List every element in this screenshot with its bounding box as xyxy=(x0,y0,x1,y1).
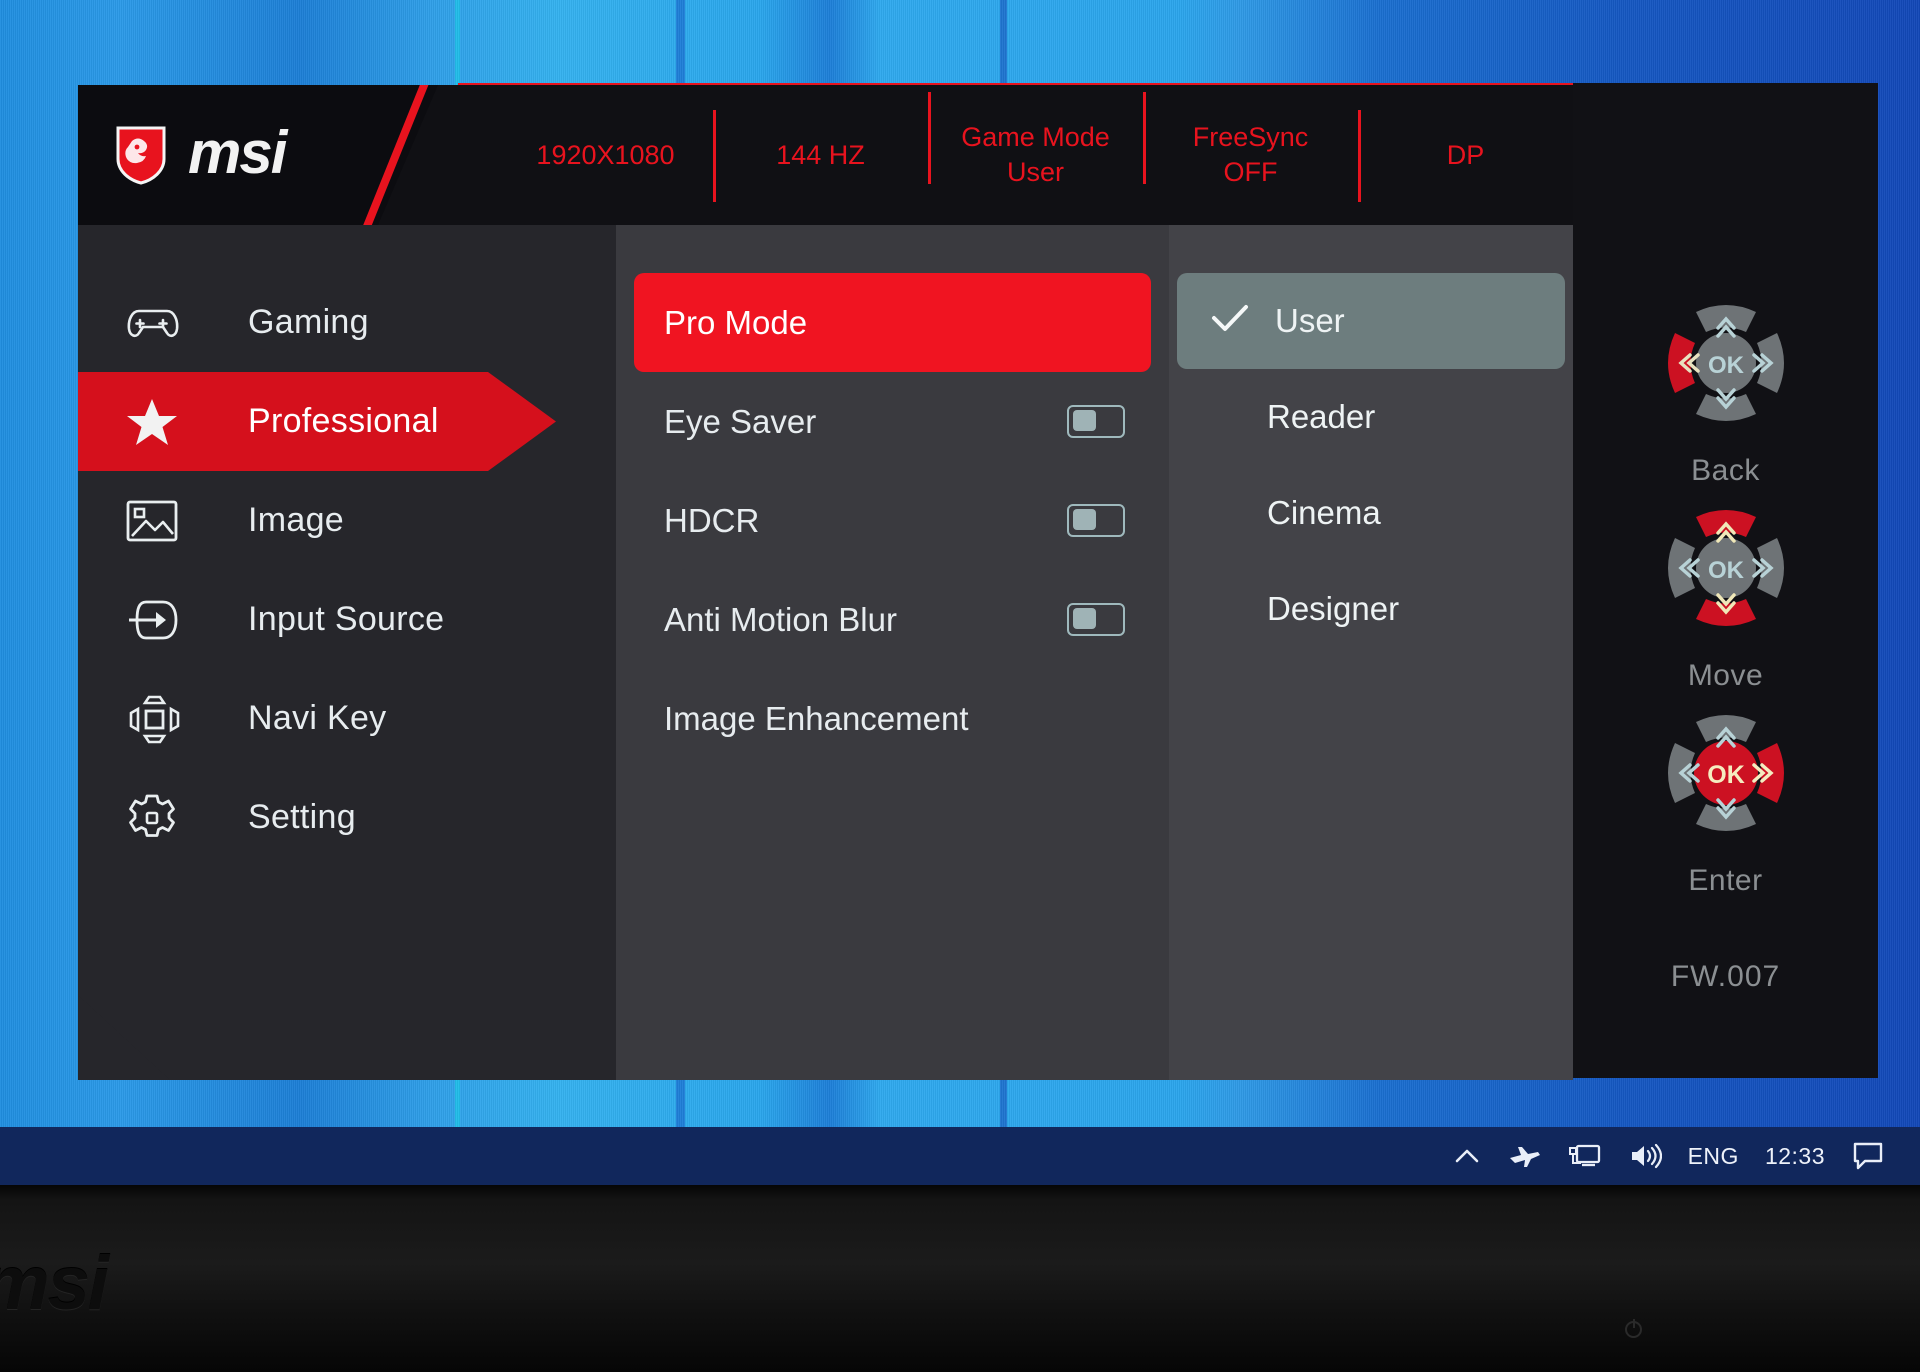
action-center-button[interactable] xyxy=(1838,1127,1898,1185)
setting-label: Eye Saver xyxy=(664,402,817,440)
chevron-up-icon xyxy=(1455,1149,1478,1163)
osd-sidebar: Gaming Professional Image Input Source N… xyxy=(78,225,616,1080)
msi-logo: msi xyxy=(78,85,438,225)
language-label: ENG xyxy=(1687,1142,1739,1169)
osd-nav-panel: OK Back OK Move OK Enter FW.007 xyxy=(1573,83,1878,1078)
setting-label: Image Enhancement xyxy=(664,699,969,737)
bezel-msi-logo: msi xyxy=(0,1241,109,1326)
star-icon xyxy=(126,397,188,447)
sidebar-item-setting[interactable]: Setting xyxy=(78,768,616,867)
sidebar-item-navi-key[interactable]: Navi Key xyxy=(78,669,616,768)
setting-eye-saver[interactable]: Eye Saver xyxy=(616,372,1169,471)
setting-label: Anti Motion Blur xyxy=(664,600,897,638)
option-label: User xyxy=(1275,302,1345,339)
setting-hdcr[interactable]: HDCR xyxy=(616,471,1169,570)
osd-header-info: 1920X1080 144 HZ Game Mode User FreeSync… xyxy=(498,85,1573,225)
msi-dragon-shield-icon xyxy=(116,126,166,185)
info-input-port: DP xyxy=(1358,110,1573,201)
sidebar-label: Image xyxy=(248,501,344,539)
setting-image-enhancement[interactable]: Image Enhancement xyxy=(616,669,1169,768)
option-designer[interactable]: Designer xyxy=(1169,561,1573,657)
sidebar-item-image[interactable]: Image xyxy=(78,471,616,570)
desktop-wallpaper: msi 1920X1080 144 HZ Game Mode User Free… xyxy=(0,0,1920,1185)
dpad-move: OK xyxy=(1641,483,1811,653)
power-indicator xyxy=(1625,1321,1642,1338)
svg-text:OK: OK xyxy=(1708,352,1745,379)
option-cinema[interactable]: Cinema xyxy=(1169,465,1573,561)
gamepad-icon xyxy=(126,303,188,343)
firmware-version: FW.007 xyxy=(1670,960,1781,993)
osd-body: Gaming Professional Image Input Source N… xyxy=(78,225,1573,1080)
anti-motion-blur-toggle[interactable] xyxy=(1067,603,1125,636)
show-hidden-icons-button[interactable] xyxy=(1439,1127,1495,1185)
monitor-bezel: msi xyxy=(0,1185,1920,1372)
info-game-mode: Game Mode User xyxy=(928,92,1143,189)
osd-menu: msi 1920X1080 144 HZ Game Mode User Free… xyxy=(78,83,1878,1082)
info-resolution: 1920X1080 xyxy=(536,139,675,170)
sidebar-label: Navi Key xyxy=(248,699,387,737)
option-label: Designer xyxy=(1267,590,1400,627)
airplane-icon xyxy=(1509,1147,1540,1167)
sidebar-item-gaming[interactable]: Gaming xyxy=(78,273,616,372)
language-indicator[interactable]: ENG xyxy=(1675,1127,1752,1185)
nav-caption: Enter xyxy=(1688,864,1763,897)
osd-header: msi 1920X1080 144 HZ Game Mode User Free… xyxy=(78,85,1573,225)
sidebar-label: Setting xyxy=(248,798,356,836)
eye-saver-toggle[interactable] xyxy=(1067,405,1125,438)
nav-group-move: OK Move xyxy=(1573,483,1878,693)
sidebar-label: Input Source xyxy=(248,600,445,638)
hdcr-toggle[interactable] xyxy=(1067,504,1125,537)
option-label: Cinema xyxy=(1267,494,1381,531)
svg-text:OK: OK xyxy=(1708,557,1745,584)
dpad-enter: OK xyxy=(1641,688,1811,858)
sidebar-item-input-source[interactable]: Input Source xyxy=(78,570,616,669)
nav-group-enter: OK Enter xyxy=(1573,688,1878,898)
sidebar-item-professional[interactable]: Professional xyxy=(78,372,616,471)
network-icon-button[interactable] xyxy=(1555,1127,1615,1185)
picture-icon xyxy=(126,499,188,543)
sidebar-label: Professional xyxy=(248,402,439,440)
svg-text:OK: OK xyxy=(1707,761,1745,789)
sidebar-label: Gaming xyxy=(248,303,369,341)
gear-icon xyxy=(126,793,188,843)
nav-group-back: OK Back xyxy=(1573,278,1878,488)
setting-pro-mode[interactable]: Pro Mode xyxy=(634,273,1151,372)
option-label: Reader xyxy=(1267,398,1376,435)
info-freesync: FreeSync OFF xyxy=(1143,92,1358,189)
osd-options-column: User Reader Cinema Designer xyxy=(1169,225,1573,1080)
osd-settings-column: Pro Mode Eye Saver HDCR Anti Motion Blur xyxy=(616,225,1169,1080)
clock-label: 12:33 xyxy=(1764,1142,1825,1169)
setting-label: Pro Mode xyxy=(664,303,808,341)
info-refresh-rate: 144 HZ xyxy=(713,110,928,201)
airplane-mode-icon-button[interactable] xyxy=(1495,1127,1555,1185)
windows-taskbar: ENG 12:33 xyxy=(0,1127,1920,1185)
option-reader[interactable]: Reader xyxy=(1169,369,1573,465)
speech-balloon-icon xyxy=(1853,1142,1883,1170)
check-icon xyxy=(1211,303,1249,339)
navi-key-icon xyxy=(126,693,188,745)
option-user[interactable]: User xyxy=(1177,273,1565,369)
volume-icon-button[interactable] xyxy=(1615,1127,1675,1185)
setting-anti-motion-blur[interactable]: Anti Motion Blur xyxy=(616,570,1169,669)
msi-wordmark: msi xyxy=(188,118,287,186)
speaker-icon xyxy=(1631,1143,1662,1169)
dpad-back: OK xyxy=(1641,278,1811,448)
clock[interactable]: 12:33 xyxy=(1752,1127,1838,1185)
input-arrow-icon xyxy=(126,597,188,643)
network-monitor-icon xyxy=(1568,1144,1600,1167)
setting-label: HDCR xyxy=(664,501,760,539)
